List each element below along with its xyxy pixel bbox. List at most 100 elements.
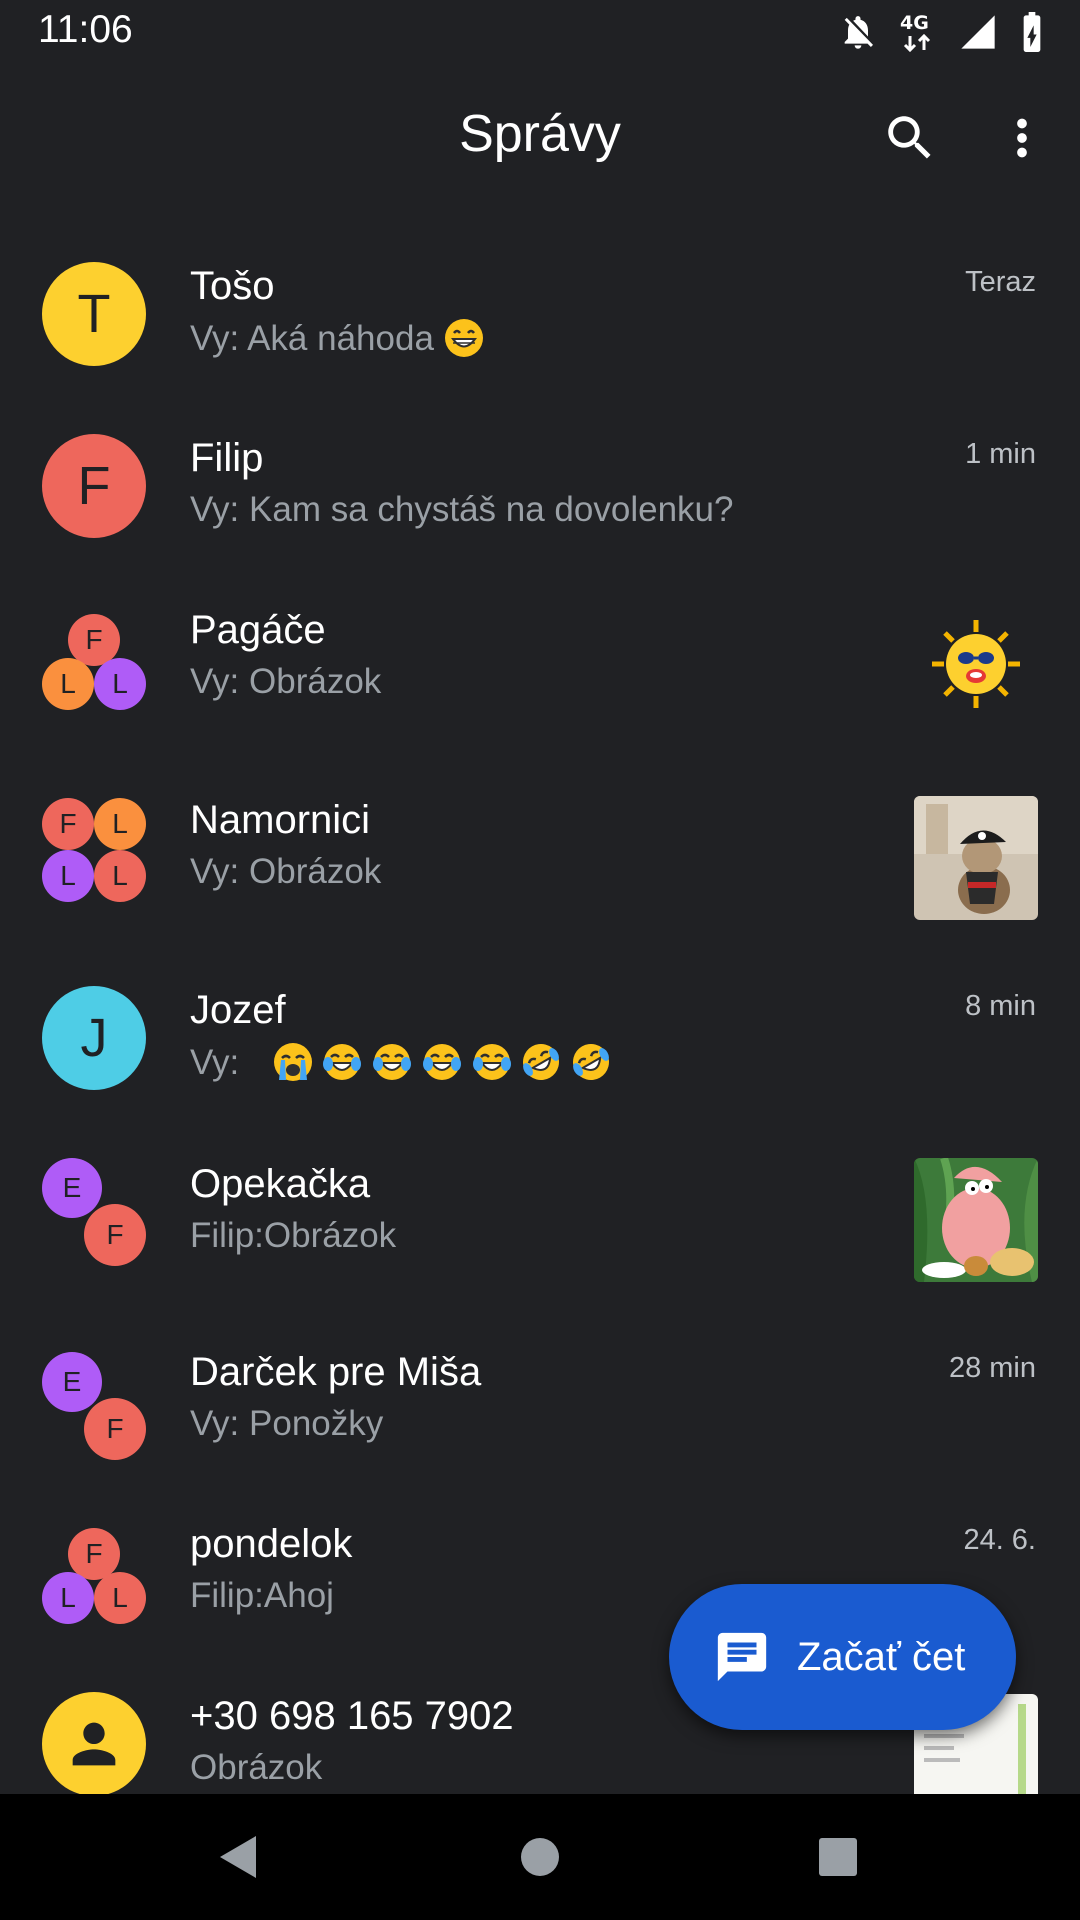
avatar-letter: L	[60, 668, 76, 699]
avatar-letter: F	[106, 1219, 124, 1250]
avatar-circle: F	[84, 1398, 146, 1460]
avatar-letter: L	[112, 808, 128, 839]
conversation-time: 1 min	[965, 438, 1036, 470]
avatar-letter: E	[62, 1366, 82, 1397]
avatar-circle: L	[94, 798, 146, 850]
avatar: F L L	[42, 1528, 146, 1632]
avatar-circle: L	[94, 850, 146, 902]
avatar-letter: L	[112, 860, 128, 891]
conversation-snippet: Filip:Ahoj	[190, 1576, 334, 1616]
conversation-time: Teraz	[965, 266, 1036, 298]
sun-sticker-thumbnail	[932, 620, 1020, 708]
avatar: F	[42, 434, 146, 538]
avatar: T	[42, 262, 146, 366]
conversation-snippet: Vy: Aká náhoda	[190, 318, 484, 359]
chat-icon	[717, 1632, 767, 1682]
snippet-text: Aká náhoda	[247, 319, 434, 358]
avatar-circle: F	[84, 1204, 146, 1266]
person-icon	[72, 1722, 116, 1766]
avatar-circle	[42, 1692, 146, 1794]
conversation-snippet: Vy: Obrázok	[190, 662, 381, 702]
avatar-circle: L	[42, 658, 94, 710]
avatar-circle: F	[42, 434, 146, 538]
conversation-item[interactable]: J Jozef Vy: 8 min	[0, 954, 1080, 1126]
snippet-text: Ahoj	[263, 1576, 334, 1615]
conversation-name: pondelok	[190, 1522, 353, 1566]
snippet-text: Kam sa chystáš na dovolenku?	[249, 490, 734, 529]
avatar: F L L L	[42, 798, 146, 902]
back-button[interactable]	[208, 1827, 268, 1887]
crying-face-emoji-icon	[273, 1043, 312, 1081]
avatar-letter: F	[106, 1413, 124, 1444]
avatar-letter: E	[62, 1172, 82, 1203]
avatar-letter: F	[59, 808, 77, 839]
conversation-item[interactable]: E F Darček pre Miša Vy: Ponožky 28 min	[0, 1316, 1080, 1488]
pirate-cat-thumbnail	[914, 796, 1038, 920]
avatar-circle: L	[42, 850, 94, 902]
home-icon	[521, 1838, 559, 1876]
navigation-bar	[0, 1794, 1080, 1920]
conversation-name: +30 698 165 7902	[190, 1694, 514, 1738]
conversation-name: Jozef	[190, 988, 286, 1032]
rofl-emoji-icon	[523, 1044, 560, 1080]
conversation-item[interactable]: F L L L Namornici Vy: Obrázok	[0, 762, 1080, 934]
home-button[interactable]	[510, 1827, 570, 1887]
avatar-letter: L	[60, 860, 76, 891]
tears-of-joy-emoji-icon	[422, 1044, 461, 1080]
snippet-sender: Vy:	[190, 852, 240, 891]
conversation-item[interactable]: T Tošo Vy: Aká náhoda Teraz	[0, 230, 1080, 402]
recents-button[interactable]	[808, 1827, 868, 1887]
tears-of-joy-emoji-icon	[373, 1044, 412, 1080]
avatar: E F	[42, 1352, 146, 1460]
tears-of-joy-emoji-icon	[472, 1044, 511, 1080]
snippet-text: Ponožky	[249, 1404, 384, 1443]
avatar-circle: T	[42, 262, 146, 366]
conversation-name: Darček pre Miša	[190, 1350, 482, 1394]
snippet-sender: Vy:	[190, 1043, 240, 1082]
conversation-name: Namornici	[190, 798, 371, 842]
avatar-letter: L	[112, 668, 128, 699]
conversation-snippet: Vy: Obrázok	[190, 852, 381, 892]
avatar-letter: J	[80, 1008, 108, 1068]
tears-of-joy-emoji-icon	[323, 1044, 362, 1080]
conversation-snippet: Vy:	[190, 1042, 611, 1083]
avatar: F L L	[42, 614, 146, 718]
conversation-item[interactable]: F L L Pagáče Vy: Obrázok	[0, 574, 1080, 746]
recents-icon	[819, 1838, 857, 1876]
snippet-text: Obrázok	[263, 1216, 397, 1255]
avatar-letter: T	[77, 284, 111, 344]
conversation-name: Filip	[190, 436, 264, 480]
conversation-item[interactable]: F Filip Vy: Kam sa chystáš na dovolenku?…	[0, 402, 1080, 574]
avatar-letter: L	[60, 1582, 76, 1613]
start-chat-button[interactable]: Začať čet	[669, 1584, 1016, 1730]
avatar-letter: F	[85, 1538, 103, 1569]
snippet-text: Obrázok	[190, 1748, 323, 1787]
snippet-sender: Vy:	[190, 1404, 240, 1443]
snippet-sender: Vy:	[190, 490, 240, 529]
conversation-time: 24. 6.	[963, 1524, 1036, 1556]
snippet-sender: Vy:	[190, 662, 240, 701]
conversation-item[interactable]: E F Opekačka Filip:Obrázok	[0, 1126, 1080, 1298]
conversation-time: 28 min	[948, 1352, 1036, 1384]
conversation-time: 8 min	[965, 990, 1036, 1022]
conversation-snippet: Vy: Kam sa chystáš na dovolenku?	[190, 490, 733, 530]
avatar-circle: E	[42, 1352, 102, 1412]
conversation-name: Tošo	[190, 264, 275, 308]
snippet-text: Obrázok	[249, 662, 382, 701]
conversation-list: T Tošo Vy: Aká náhoda Teraz F Filip Vy: …	[0, 0, 1080, 1794]
conversation-snippet: Obrázok	[190, 1748, 322, 1788]
snippet-sender: Vy:	[190, 319, 240, 358]
avatar-circle: F	[42, 798, 94, 850]
avatar-circle: J	[42, 986, 146, 1090]
snippet-sender: Filip:	[190, 1576, 264, 1615]
conversation-name: Opekačka	[190, 1162, 371, 1206]
snippet-text: Obrázok	[249, 852, 382, 891]
avatar	[42, 1692, 146, 1794]
avatar-circle: L	[94, 1572, 146, 1624]
avatar-circle: L	[94, 658, 146, 710]
avatar-letter: L	[112, 1582, 128, 1613]
patrick-thumbnail	[914, 1158, 1038, 1282]
grinning-face-emoji-icon	[444, 319, 483, 357]
conversation-snippet: Filip:Obrázok	[190, 1216, 396, 1256]
rofl-emoji-icon	[573, 1044, 610, 1080]
